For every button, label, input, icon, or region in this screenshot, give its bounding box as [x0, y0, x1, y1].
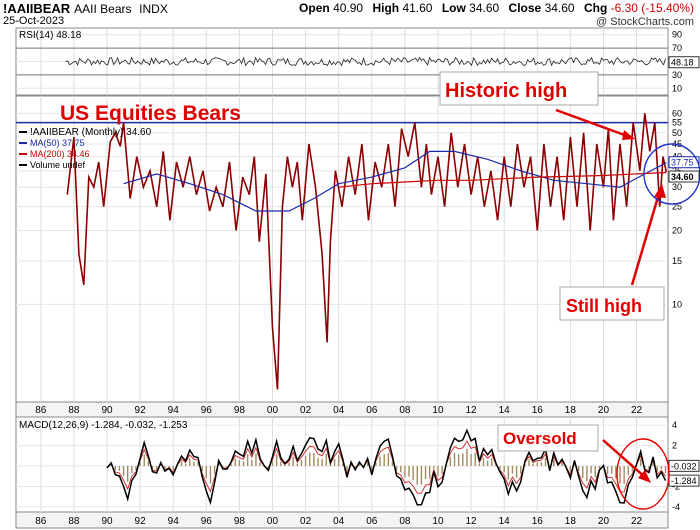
rsi-tick-label: 70	[672, 43, 682, 53]
annotation-title: US Equities Bears	[60, 102, 241, 125]
x-tick-label: 90	[101, 516, 113, 527]
price-tick-label: 20	[672, 225, 682, 235]
x-tick-label: 90	[101, 405, 113, 416]
macd-last-value-label-2: -1.284	[671, 476, 697, 486]
price-legend-item: Volume undef	[30, 160, 86, 170]
x-tick-label: 08	[399, 516, 411, 527]
x-tick-label: 16	[532, 405, 544, 416]
rsi-last-value-label: 48.18	[671, 58, 694, 68]
ma50-last-value-label: 37.75	[671, 158, 694, 168]
x-tick-label: 02	[300, 405, 312, 416]
annotation-historic-high: Historic high	[445, 80, 567, 102]
x-tick-label: 86	[35, 516, 47, 527]
rsi-legend: RSI(14) 48.18	[19, 30, 82, 41]
rsi-tick-label: 90	[672, 30, 682, 40]
price-tick-label: 15	[672, 256, 682, 266]
x-tick-label: 06	[366, 405, 378, 416]
x-tick-label: 92	[135, 516, 147, 527]
x-tick-label: 22	[631, 405, 643, 416]
x-tick-label: 04	[333, 516, 345, 527]
x-tick-label: 02	[300, 516, 312, 527]
x-tick-label: 14	[499, 516, 511, 527]
x-tick-label: 96	[201, 516, 213, 527]
x-tick-label: 20	[598, 405, 610, 416]
x-tick-label: 96	[201, 405, 213, 416]
x-tick-label: 88	[68, 516, 80, 527]
x-tick-label: 10	[432, 405, 444, 416]
x-tick-label: 00	[267, 516, 279, 527]
price-tick-label: 55	[672, 118, 682, 128]
price-legend-item: MA(200) 34.46	[30, 149, 90, 159]
rsi-tick-label: 30	[672, 70, 682, 80]
x-tick-label: 10	[432, 516, 444, 527]
x-tick-label: 16	[532, 516, 544, 527]
x-tick-label: 04	[333, 405, 345, 416]
macd-tick-label: -4	[672, 502, 680, 512]
x-tick-label: 20	[598, 516, 610, 527]
price-tick-label: 60	[672, 108, 682, 118]
x-tick-label: 98	[234, 405, 246, 416]
x-tick-label: 18	[565, 516, 577, 527]
x-tick-label: 88	[68, 405, 80, 416]
macd-tick-label: 2	[672, 441, 677, 451]
annotation-still-high: Still high	[566, 296, 642, 316]
macd-tick-label: 4	[672, 420, 677, 430]
x-tick-label: 12	[466, 405, 478, 416]
macd-last-value-label: -0.032	[671, 461, 697, 471]
x-tick-label: 94	[168, 516, 180, 527]
x-tick-label: 98	[234, 516, 246, 527]
price-legend-item: !AAIIBEAR (Monthly) 34.60	[30, 127, 152, 138]
chart-canvas: 86 86 88 88 90 90 92 92 94 94 96 96 98 98 00 00 02 02 04 04…	[15, 27, 700, 529]
price-tick-label: 30	[672, 182, 682, 192]
price-legend-item: MA(50) 37.75	[30, 138, 85, 148]
macd-legend: MACD(12,26,9) -1.284, -0.032, -1.253	[19, 420, 188, 431]
price-tick-label: 50	[672, 128, 682, 138]
x-tick-label: 12	[466, 516, 478, 527]
price-last-value-label: 34.60	[671, 172, 694, 182]
x-tick-label: 06	[366, 516, 378, 527]
price-tick-label: 10	[672, 299, 682, 309]
x-tick-label: 08	[399, 405, 411, 416]
rsi-tick-label: 10	[672, 83, 682, 93]
x-tick-label: 18	[565, 405, 577, 416]
x-tick-label: 92	[135, 405, 147, 416]
x-tick-label: 94	[168, 405, 180, 416]
x-tick-label: 00	[267, 405, 279, 416]
x-tick-label: 14	[499, 405, 511, 416]
x-tick-label: 22	[631, 516, 643, 527]
x-tick-label: 86	[35, 405, 47, 416]
annotation-oversold: Oversold	[503, 429, 577, 448]
